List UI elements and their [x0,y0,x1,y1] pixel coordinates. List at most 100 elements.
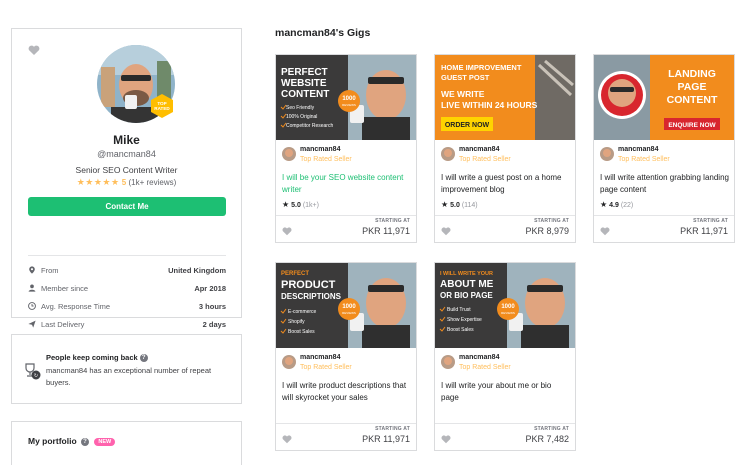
star-icon: ★ [441,200,449,209]
gig-title[interactable]: I will write your about me or bio page [441,380,571,404]
gig-title[interactable]: I will write attention grabbing landing … [600,172,730,196]
stat-value: 2 days [202,320,226,329]
svg-text:RATED: RATED [154,106,170,111]
gig-seller-level: Top Rated Seller [459,364,511,371]
thumb-line: HOME IMPROVEMENT [441,63,522,72]
gig-card[interactable]: 1000 REVIEWS PERFECT PRODUCT DESCRIPTION… [275,262,417,451]
thumb-badge-sub: REVIEWS [342,103,356,107]
thumb-line: I WILL WRITE YOUR [440,271,493,277]
thumb-bullet: Boost Sales [447,327,474,333]
svg-text:↻: ↻ [34,373,38,379]
divider [594,215,734,216]
stat-member-since: Member since Apr 2018 [28,283,226,295]
help-icon[interactable]: ? [139,354,148,363]
seller-avatar [282,147,296,161]
gig-thumbnail[interactable]: 1000 REVIEWS I WILL WRITE YOUR ABOUT ME … [435,263,575,348]
thumb-bullet: Seo Friendly [286,105,315,111]
gig-card[interactable]: HOME IMPROVEMENT GUEST POST WE WRITE LIV… [434,54,576,243]
thumb-line: DESCRIPTIONS [281,292,342,301]
gig-rating-count: (114) [461,202,478,209]
thumb-badge-number: 1000 [342,304,356,310]
gig-thumbnail[interactable]: 1000 REVIEWS PERFECT PRODUCT DESCRIPTION… [276,263,416,348]
thumb-line: PAGE [678,81,707,93]
gig-price[interactable]: PKR 11,971 [362,226,410,236]
profile-card: TOP RATED Mike @mancman84 Senior SEO Con… [11,28,242,329]
gig-seller-level: Top Rated Seller [300,156,352,163]
gig-price[interactable]: PKR 8,979 [525,226,569,236]
gig-rating-count: (1k+) [302,202,319,209]
review-count: (1k+ reviews) [128,178,177,187]
stat-from: From United Kingdom [28,265,226,277]
stat-label: Member since [41,284,89,293]
starting-at-label: STARTING AT [534,218,569,224]
gig-card[interactable]: LANDING PAGE CONTENT ENQUIRE NOW mancman… [593,54,735,243]
clock-icon [28,302,36,310]
seller-handle: @mancman84 [97,149,156,159]
thumb-line: WEBSITE [281,78,327,89]
stat-label: Avg. Response Time [41,302,111,311]
heart-icon[interactable] [441,435,451,444]
gig-seller-level: Top Rated Seller [300,364,352,371]
gig-thumbnail[interactable]: HOME IMPROVEMENT GUEST POST WE WRITE LIV… [435,55,575,140]
gig-title[interactable]: I will write product descriptions that w… [282,380,412,404]
gig-title[interactable]: I will be your SEO website content write… [282,172,412,196]
avatar: TOP RATED [97,45,175,123]
seller-name[interactable]: Mike [12,133,241,147]
thumb-badge-number: 1000 [342,96,356,102]
heart-icon[interactable] [441,227,451,236]
heart-icon[interactable] [282,435,292,444]
seller-rating[interactable]: ★★★★★ 5 (1k+ reviews) [12,177,241,188]
notice-title: People keep coming back? [46,353,148,363]
gig-price[interactable]: PKR 7,482 [525,434,569,444]
stat-label: From [41,266,59,275]
divider [435,423,575,424]
gig-seller-name[interactable]: mancman84 [459,354,499,361]
starting-at-label: STARTING AT [375,426,410,432]
thumb-line: PERFECT [281,67,328,78]
gig-rating: ★ 4.9 (22) [600,200,633,209]
thumb-cta: ENQUIRE NOW [668,122,716,129]
gig-thumbnail[interactable]: 1000 REVIEWS PERFECT WEBSITE CONTENT Seo… [276,55,416,140]
portfolio-card: My portfolio ? NEW [11,421,242,465]
paper-plane-icon [28,320,36,328]
heart-icon[interactable] [282,227,292,236]
thumb-bullet: E-commerce [288,309,317,315]
rating-value: 5 [121,178,127,187]
gig-card[interactable]: 1000 REVIEWS I WILL WRITE YOUR ABOUT ME … [434,262,576,451]
seller-tagline: Senior SEO Content Writer [75,165,178,175]
notice-body: mancman84 has an exceptional number of r… [46,366,212,387]
heart-icon[interactable] [600,227,610,236]
stat-label: Last Delivery [41,320,85,329]
gig-seller-name[interactable]: mancman84 [300,146,340,153]
gig-rating-value: 5.0 [450,202,460,209]
seller-avatar [282,355,296,369]
stat-last-delivery: Last Delivery 2 days [28,319,226,331]
gigs-heading: mancman84's Gigs [275,27,371,39]
contact-me-button[interactable]: Contact Me [28,197,226,216]
gig-title[interactable]: I will write a guest post on a home impr… [441,172,571,196]
thumb-line: ABOUT ME [440,279,494,290]
thumb-bullet: Build Trust [447,307,471,313]
help-icon[interactable]: ? [81,437,90,446]
thumb-line: WE WRITE [441,89,485,99]
notice-title-text: People keep coming back [46,353,138,362]
gig-card[interactable]: 1000 REVIEWS PERFECT WEBSITE CONTENT Seo… [275,54,417,243]
gig-price[interactable]: PKR 11,971 [362,434,410,444]
gig-seller-level: Top Rated Seller [459,156,511,163]
heart-icon[interactable] [28,45,40,56]
starting-at-label: STARTING AT [693,218,728,224]
portfolio-title-text: My portfolio [28,436,77,446]
thumb-line: CONTENT [667,94,718,106]
gig-seller-name[interactable]: mancman84 [459,146,499,153]
stat-value: United Kingdom [168,266,226,275]
thumb-bullet: Show Expertise [447,317,482,323]
user-icon [28,284,36,292]
stat-value: 3 hours [198,302,226,311]
gig-seller-name[interactable]: mancman84 [618,146,658,153]
gig-price[interactable]: PKR 11,971 [680,226,728,236]
repeat-buyers-card: ↻ People keep coming back? mancman84 has… [11,334,242,404]
gig-seller-level: Top Rated Seller [618,156,670,163]
divider [435,215,575,216]
gig-thumbnail[interactable]: LANDING PAGE CONTENT ENQUIRE NOW [594,55,734,140]
gig-seller-name[interactable]: mancman84 [300,354,340,361]
